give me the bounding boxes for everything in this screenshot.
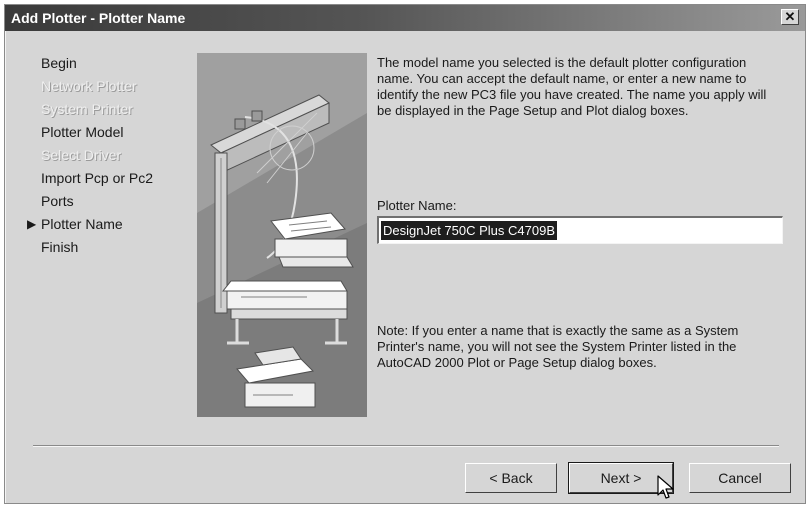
- plotter-name-label: Plotter Name:: [377, 198, 457, 213]
- step-label: Import Pcp or Pc2: [41, 170, 154, 186]
- step-plotter-name: ▶ Plotter Name: [25, 214, 195, 237]
- step-label: Network Plotter: [41, 78, 137, 94]
- add-plotter-dialog: Add Plotter - Plotter Name ✕ Begin Netwo…: [4, 4, 806, 504]
- note-text: Note: If you enter a name that is exactl…: [377, 323, 739, 370]
- plotter-illustration-svg: [197, 53, 367, 417]
- separator-line: [33, 445, 779, 447]
- description-text: The model name you selected is the defau…: [377, 55, 767, 118]
- step-system-printer: System Printer: [25, 99, 195, 122]
- step-network-plotter: Network Plotter: [25, 76, 195, 99]
- plotter-name-value: DesignJet 750C Plus C4709B: [381, 221, 557, 240]
- plotter-illustration: [197, 53, 367, 417]
- window-title: Add Plotter - Plotter Name: [11, 10, 186, 26]
- step-label: Select Driver: [41, 147, 122, 163]
- wizard-steps: Begin Network Plotter System Printer Plo…: [25, 53, 195, 260]
- back-button[interactable]: < Back: [465, 463, 557, 493]
- cancel-button[interactable]: Cancel: [689, 463, 791, 493]
- step-label: Plotter Model: [41, 124, 124, 140]
- plotter-name-input[interactable]: DesignJet 750C Plus C4709B: [377, 216, 783, 244]
- step-ports: Ports: [25, 191, 195, 214]
- close-icon: ✕: [784, 9, 796, 24]
- step-label: Begin: [41, 55, 77, 71]
- step-label: Plotter Name: [41, 216, 123, 232]
- close-button[interactable]: ✕: [781, 9, 799, 25]
- content-panel: The model name you selected is the defau…: [377, 55, 787, 370]
- step-finish: Finish: [25, 237, 195, 260]
- title-bar[interactable]: Add Plotter - Plotter Name ✕: [5, 5, 805, 31]
- step-label: Ports: [41, 193, 74, 209]
- step-plotter-model: Plotter Model: [25, 122, 195, 145]
- step-import-pcp: Import Pcp or Pc2: [25, 168, 195, 191]
- triangle-right-icon: ▶: [27, 217, 37, 231]
- step-begin: Begin: [25, 53, 195, 76]
- mouse-pointer-icon: [657, 475, 674, 499]
- step-label: Finish: [41, 239, 79, 255]
- step-label: System Printer: [41, 101, 133, 117]
- step-select-driver: Select Driver: [25, 145, 195, 168]
